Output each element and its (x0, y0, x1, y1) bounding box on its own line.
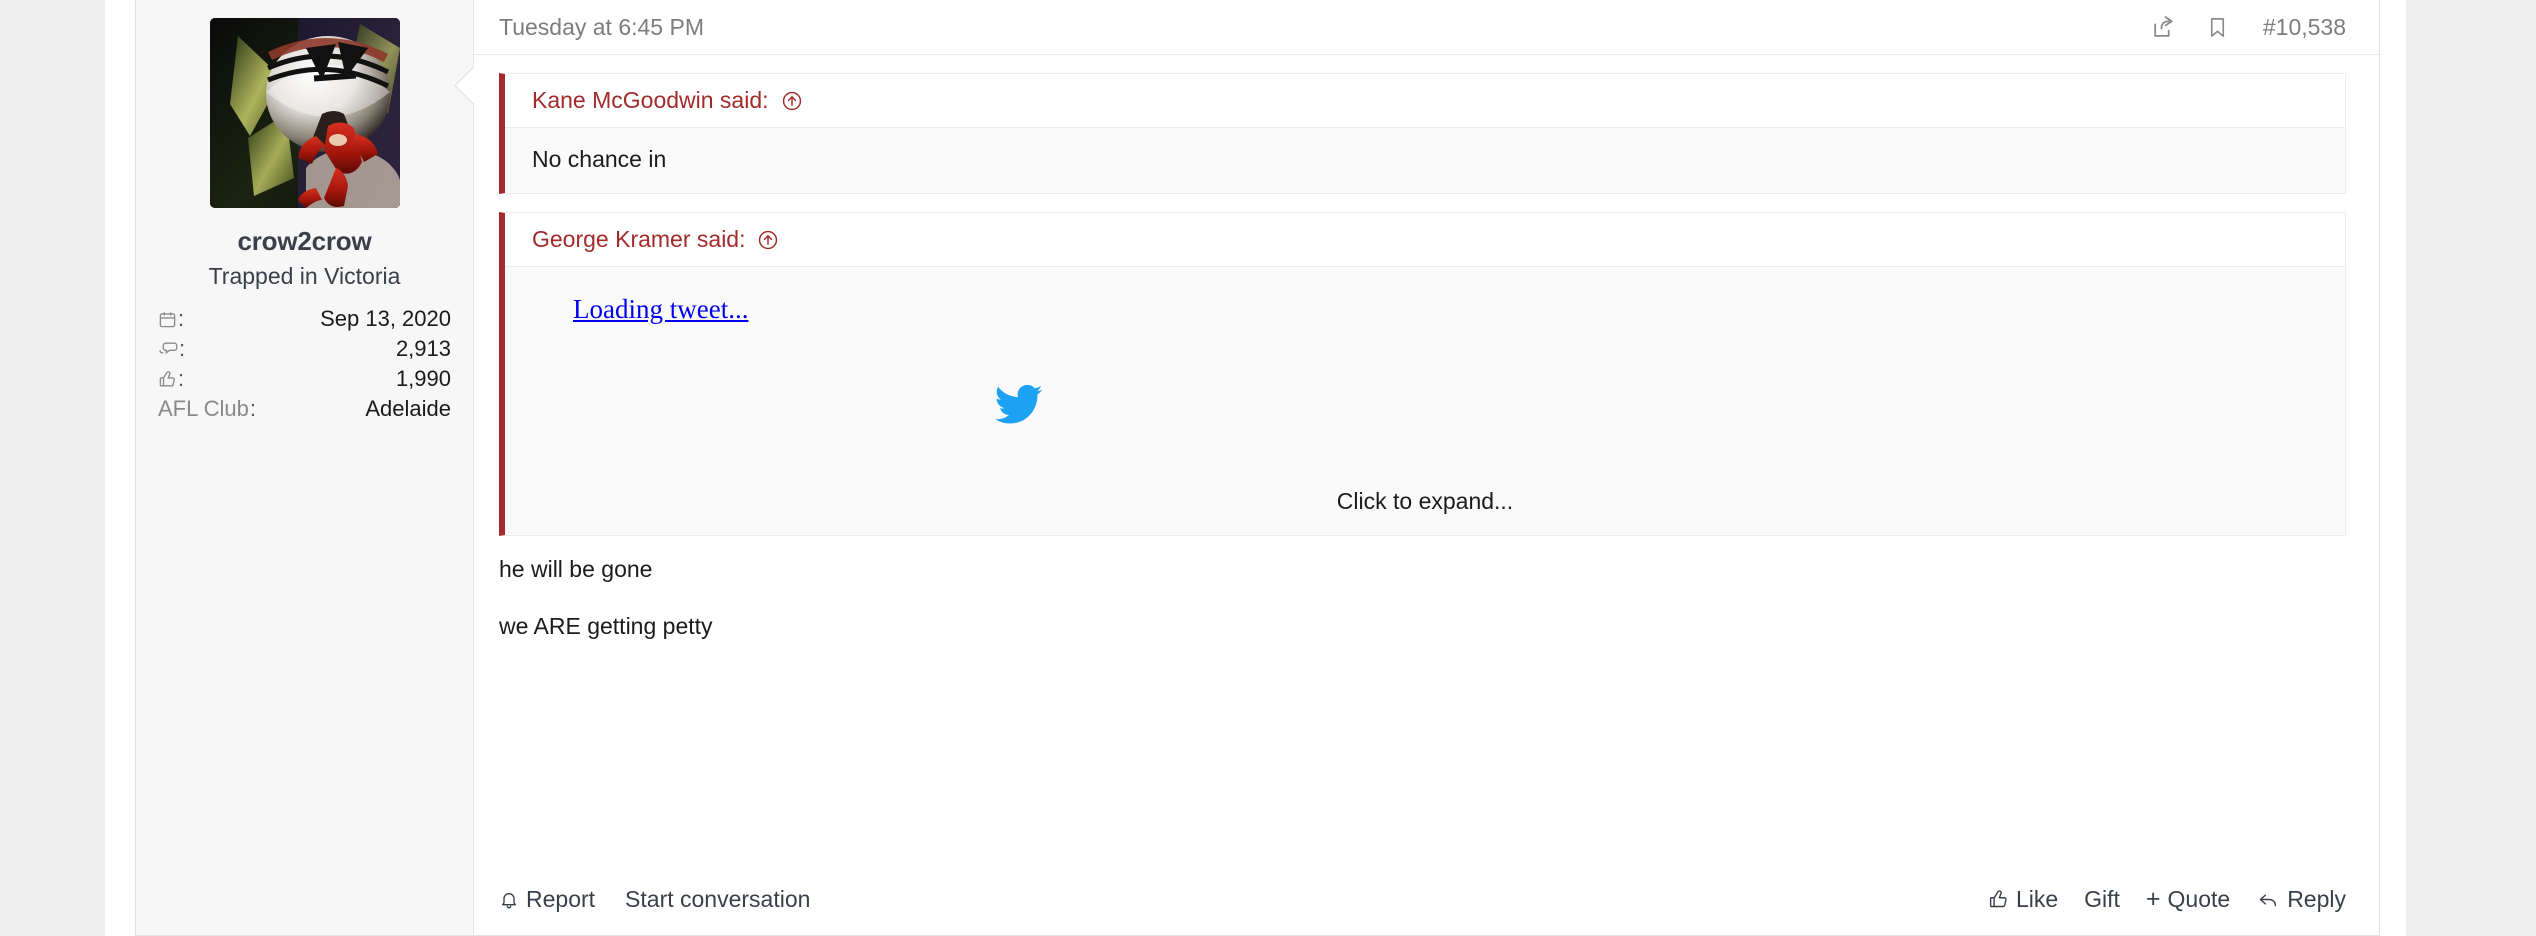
blockquote-text: No chance in (505, 128, 2345, 193)
stat-value-afl-club: Adelaide (365, 396, 451, 421)
page-background: crow2crow Trapped in Victoria: Sep 13, … (0, 0, 2536, 936)
message-paragraph: he will be gone (499, 556, 653, 582)
plus-icon: + (2145, 884, 2161, 913)
blockquote-header: Kane McGoodwin said: (505, 74, 2345, 128)
stat-label-joined: : (158, 306, 184, 332)
stat-label-likes: : (158, 366, 184, 392)
footer-left-actions: Report Start conversation (499, 886, 810, 913)
thumbs-up-icon (158, 370, 177, 389)
message-paragraph: we ARE getting petty (499, 613, 713, 640)
user-title: Trapped in Victoria (208, 263, 401, 289)
blockquote-kane-mcgoodwin: Kane McGoodwin said: No chance in (499, 73, 2346, 194)
reply-label: Reply (2287, 885, 2346, 912)
circle-arrow-up-icon[interactable] (757, 229, 779, 251)
stat-value-likes: 1,990 (395, 366, 451, 391)
stat-colon-messages: : (179, 336, 186, 361)
like-button[interactable]: Like (1988, 886, 2058, 913)
share-icon[interactable] (2151, 15, 2176, 40)
content-column: crow2crow Trapped in Victoria: Sep 13, … (105, 0, 2406, 936)
stat-value-messages: 2,913 (395, 336, 451, 361)
footer-right-actions: Like Gift + Quote Reply (1988, 886, 2346, 913)
report-button[interactable]: Report (499, 886, 595, 913)
calendar-icon (158, 310, 177, 329)
stat-colon-likes: : (178, 366, 185, 391)
post-header: Tuesday at 6:45 PM #10,538 (474, 0, 2379, 55)
post-header-actions: #10,538 (2151, 14, 2346, 41)
afl-club-label-text: AFL Club (158, 396, 249, 421)
forum-post-card: crow2crow Trapped in Victoria: Sep 13, … (135, 0, 2380, 936)
blockquote-header: George Kramer said: (505, 213, 2345, 267)
tweet-loading-link[interactable]: Loading tweet... (573, 294, 748, 325)
blockquote-author[interactable]: George Kramer said: (532, 226, 745, 253)
bookmark-icon[interactable] (2206, 16, 2229, 39)
blockquote-author[interactable]: Kane McGoodwin said: (532, 87, 769, 114)
username[interactable]: crow2crow (158, 226, 451, 257)
click-to-expand-label[interactable]: Click to expand... (505, 488, 2345, 515)
user-stats: : Sep 13, 2020 : 2,913: 1,990 AFL Club … (158, 304, 451, 424)
reply-arrow-icon (2256, 889, 2280, 910)
stat-row-messages: : 2,913 (158, 334, 451, 364)
tweet-embed[interactable]: Loading tweet... Click to expand... (505, 267, 2345, 535)
report-label: Report (526, 885, 596, 912)
stat-row-joined: : Sep 13, 2020 (158, 304, 451, 334)
start-conversation-label: Start conversation (625, 885, 811, 912)
stat-label-afl-club: AFL Club: (158, 396, 256, 422)
reply-button[interactable]: Reply (2256, 886, 2346, 913)
post-number[interactable]: #10,538 (2263, 14, 2346, 41)
post-timestamp[interactable]: Tuesday at 6:45 PM (499, 14, 704, 41)
stat-label-messages: : (158, 336, 185, 362)
start-conversation-button[interactable]: Start conversation (625, 886, 810, 913)
post-message: he will be gone we ARE getting petty (499, 554, 2346, 642)
stat-value-joined: Sep 13, 2020 (320, 306, 451, 331)
avatar-image (209, 18, 400, 208)
post-main-column: Tuesday at 6:45 PM #10,538 Kane McGoodwi… (474, 0, 2379, 935)
stat-colon-afl-club: : (249, 396, 257, 421)
stat-row-likes: : 1,990 (158, 364, 451, 394)
gift-label: Gift (2084, 885, 2120, 912)
gift-button[interactable]: Gift (2084, 886, 2120, 913)
stat-colon-joined: : (178, 306, 185, 331)
bell-icon (499, 889, 519, 910)
post-footer-actions: Report Start conversation Like Gift + Qu… (474, 863, 2379, 935)
post-user-sidebar: crow2crow Trapped in Victoria: Sep 13, … (136, 0, 474, 935)
like-label: Like (2015, 885, 2059, 912)
quote-label: Quote (2167, 885, 2231, 912)
blockquote-george-kramer: George Kramer said: Loading tweet... Cli… (499, 212, 2346, 536)
circle-arrow-up-icon[interactable] (781, 90, 803, 112)
avatar[interactable] (209, 18, 400, 208)
messages-icon (158, 340, 178, 359)
stat-row-afl-club: AFL Club: Adelaide (158, 394, 451, 424)
thumbs-up-icon (1988, 889, 2009, 910)
post-body: Kane McGoodwin said: No chance in George… (474, 55, 2379, 863)
twitter-bird-icon (995, 384, 1043, 431)
quote-button[interactable]: + Quote (2146, 886, 2230, 913)
